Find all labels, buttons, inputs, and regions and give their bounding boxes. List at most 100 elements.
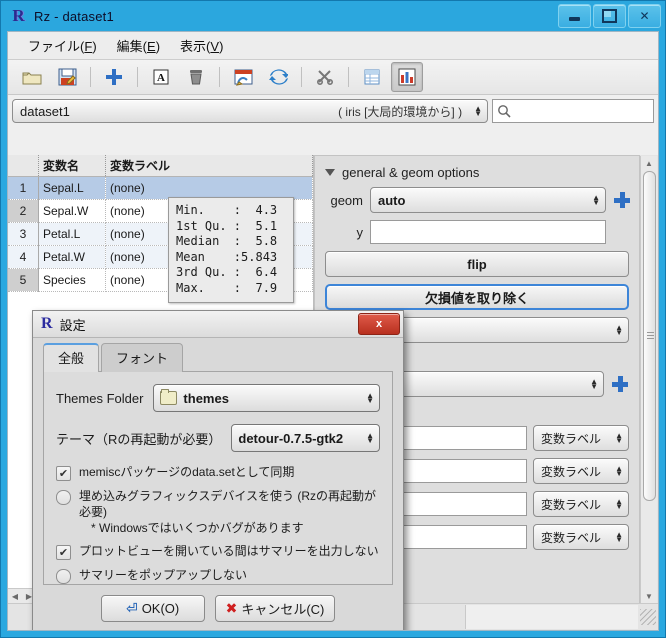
delete-trash-button[interactable] xyxy=(180,62,212,92)
checkbox-embedded-device[interactable] xyxy=(56,490,71,505)
chevron-updown-icon: ▲ ▼ xyxy=(615,431,623,445)
open-folder-button[interactable] xyxy=(16,62,48,92)
open-folder-icon xyxy=(22,72,42,84)
enter-arrow-icon: ⏎ xyxy=(125,600,138,616)
tools-button[interactable] xyxy=(309,62,341,92)
scrollbar-track[interactable] xyxy=(642,171,656,588)
options-scrollbar[interactable]: ▲ ▼ xyxy=(640,156,657,603)
menu-view-mnemonic: V xyxy=(210,39,220,54)
add-icon xyxy=(106,69,122,85)
menu-edit-mnemonic: E xyxy=(147,39,156,54)
ok-button[interactable]: ⏎ OK(O) xyxy=(100,595,205,622)
theme-label: テーマ（Rの再起動が必要） xyxy=(56,431,222,447)
cell-varname[interactable]: Petal.W xyxy=(38,245,106,269)
cell-varname[interactable]: Sepal.L xyxy=(38,176,106,200)
dialog-title-bar: R 設定 x xyxy=(33,311,403,338)
toolbar-separator xyxy=(137,67,138,87)
label-combo[interactable]: 変数ラベル ▲ ▼ xyxy=(533,524,629,550)
checkbox-no-summary-plotview[interactable]: ✔ xyxy=(56,545,71,560)
flip-button[interactable]: flip xyxy=(325,251,629,277)
scroll-left-icon[interactable]: ◀ xyxy=(8,590,22,603)
remove-na-button[interactable]: 欠損値を取り除く xyxy=(325,284,629,310)
minimize-icon xyxy=(569,16,580,21)
add-geom-icon[interactable] xyxy=(613,191,631,209)
save-button[interactable] xyxy=(51,62,83,92)
add-axis-icon[interactable] xyxy=(611,375,629,393)
tab-font[interactable]: フォント xyxy=(101,343,184,372)
scroll-up-icon[interactable]: ▲ xyxy=(642,156,656,170)
toolbar-separator xyxy=(301,67,302,87)
refresh-icon xyxy=(268,69,288,85)
scrollbar-grip-icon xyxy=(646,332,654,339)
close-button[interactable]: ✕ xyxy=(628,4,661,28)
checkbox-row-embedded-device[interactable]: 埋め込みグラフィックスデバイスを使う (Rzの再起動が必要) * Windows… xyxy=(56,488,380,536)
table-view-button[interactable] xyxy=(356,62,388,92)
checkbox-no-popup-summary[interactable] xyxy=(56,569,71,584)
dialog-close-button[interactable]: x xyxy=(358,313,400,335)
checkbox-sync-label: memiscパッケージのdata.setとして同期 xyxy=(79,465,295,479)
import-button[interactable] xyxy=(227,62,259,92)
y-input[interactable] xyxy=(370,220,606,244)
scrollbar-thumb[interactable] xyxy=(642,171,656,501)
cell-varname[interactable]: Petal.L xyxy=(38,222,106,246)
scroll-down-icon[interactable]: ▼ xyxy=(642,589,656,603)
dataset-combo[interactable]: dataset1 ( iris [大局的環境から] ) ▲ ▼ xyxy=(12,99,488,123)
add-button[interactable] xyxy=(98,62,130,92)
summary-tooltip: Min. : 4.3 1st Qu. : 5.1 Median : 5.8 Me… xyxy=(168,197,294,303)
window-title: Rz - dataset1 xyxy=(34,8,114,24)
row-number: 4 xyxy=(8,245,39,269)
row-number: 1 xyxy=(8,176,39,200)
label-combo-value: 変数ラベル xyxy=(541,530,602,545)
folder-icon xyxy=(160,389,178,405)
tab-general[interactable]: 全般 xyxy=(43,343,100,372)
save-icon xyxy=(58,68,76,86)
svg-text:A: A xyxy=(157,72,165,84)
cell-varname[interactable]: Sepal.W xyxy=(38,199,106,223)
label-combo-value: 変数ラベル xyxy=(541,464,602,479)
checkbox-row-no-popup-summary[interactable]: サマリーをポップアップしない xyxy=(56,567,380,584)
dataset-source: ( iris [大局的環境から] ) xyxy=(338,104,463,119)
geom-value: auto xyxy=(378,192,406,208)
themes-folder-combo[interactable]: themes ▲ ▼ xyxy=(153,384,380,412)
delete-trash-icon xyxy=(190,70,202,85)
cell-varname[interactable]: Species xyxy=(38,268,106,292)
table-header-row: 変数名 変数ラベル xyxy=(8,155,313,177)
tool-bar: A xyxy=(8,60,658,95)
menu-file-label: ファイル xyxy=(28,39,81,54)
checkbox-no-summary-plotview-label: プロットビューを開いている間はサマリーを出力しない xyxy=(79,544,379,558)
theme-combo[interactable]: detour-0.7.5-gtk2 ▲ ▼ xyxy=(231,424,380,452)
plot-view-button[interactable] xyxy=(391,62,423,92)
geom-combo[interactable]: auto ▲ ▼ xyxy=(370,187,606,213)
menu-view-label: 表示 xyxy=(180,39,207,54)
column-header-varname[interactable]: 変数名 xyxy=(38,155,106,177)
window-controls: ✕ xyxy=(558,4,661,28)
search-box[interactable] xyxy=(492,99,654,123)
maximize-button[interactable] xyxy=(593,4,626,28)
x-mark-icon: ✖ xyxy=(225,600,238,616)
text-a-button[interactable]: A xyxy=(145,62,177,92)
menu-file[interactable]: ファイル(F) xyxy=(18,33,107,58)
dialog-button-row: ⏎ OK(O) ✖ キャンセル(C) xyxy=(43,595,393,622)
y-row: y xyxy=(323,220,631,244)
menu-edit[interactable]: 編集(E) xyxy=(107,33,170,58)
client-area: ファイル(F) 編集(E) 表示(V) A dataset1 (iris [大… xyxy=(7,31,659,631)
checkbox-row-no-summary-plotview[interactable]: ✔ プロットビューを開いている間はサマリーを出力しない xyxy=(56,543,380,560)
minimize-button[interactable] xyxy=(558,4,591,28)
refresh-button[interactable] xyxy=(262,62,294,92)
chevron-updown-icon: ▲ ▼ xyxy=(615,323,623,337)
label-combo[interactable]: 変数ラベル ▲ ▼ xyxy=(533,425,629,451)
application-window: R Rz - dataset1 ✕ ファイル(F) 編集(E) 表示(V) A … xyxy=(0,0,666,638)
cancel-button[interactable]: ✖ キャンセル(C) xyxy=(214,595,336,622)
checkbox-row-sync[interactable]: ✔ memiscパッケージのdata.setとして同期 xyxy=(56,464,380,481)
menu-view[interactable]: 表示(V) xyxy=(170,33,233,58)
checkbox-sync[interactable]: ✔ xyxy=(56,466,71,481)
resize-grip-icon[interactable] xyxy=(640,609,656,625)
themes-folder-row: Themes Folder themes ▲ ▼ xyxy=(56,384,380,412)
chevron-updown-icon: ▲ ▼ xyxy=(615,497,623,511)
theme-value: detour-0.7.5-gtk2 xyxy=(238,430,344,446)
general-geom-section-header[interactable]: general & geom options xyxy=(325,165,631,180)
column-header-varlabel[interactable]: 変数ラベル xyxy=(105,155,313,177)
label-combo[interactable]: 変数ラベル ▲ ▼ xyxy=(533,458,629,484)
label-combo[interactable]: 変数ラベル ▲ ▼ xyxy=(533,491,629,517)
r-logo-icon: R xyxy=(41,315,53,332)
